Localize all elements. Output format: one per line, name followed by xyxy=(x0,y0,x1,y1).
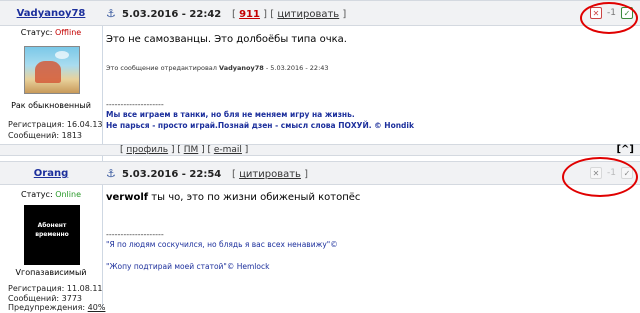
avatar: Абонент временно xyxy=(24,205,80,265)
signature-line: Мы все играем в танки, но бля не меняем … xyxy=(106,110,355,119)
post-message: verwolf ты чо, это по жизни обиженый кот… xyxy=(106,192,360,203)
avatar xyxy=(24,46,80,94)
anchor-icon[interactable]: ⚓ xyxy=(106,167,116,180)
post-message: Это не самозванцы. Это долбоёбы типа очк… xyxy=(106,34,347,45)
warnings: Предупреждения: 40% xyxy=(8,302,105,313)
anchor-icon[interactable]: ⚓ xyxy=(106,7,116,20)
post-number-wrap: [ 911 ] [ цитировать ] xyxy=(232,9,346,20)
signature-line: Не парься - просто играй.Познай дзен - с… xyxy=(106,121,414,130)
reg-date: Регистрация: 16.04.13 xyxy=(8,119,103,130)
signature-separator: -------------------- xyxy=(106,100,164,109)
status-line: Статус: Online xyxy=(0,190,102,199)
email-link[interactable]: e-mail xyxy=(214,145,242,155)
post-header: Orang ⚓ 5.03.2016 - 22:54 [ цитировать ]… xyxy=(0,161,640,185)
annotation-circle xyxy=(562,157,638,197)
user-title: Vгопазависимый xyxy=(0,268,102,277)
post-number-link[interactable]: 911 xyxy=(239,9,260,20)
user-title: Рак обыкновенный xyxy=(0,101,102,110)
signature-line: "Я по людям соскучился, но блядь я вас в… xyxy=(106,240,338,249)
edited-note: Это сообщение отредактировал Vadyanoy78 … xyxy=(106,64,329,72)
message-count: Сообщений: 1813 xyxy=(8,130,82,141)
quote-wrap: [ цитировать ] xyxy=(232,169,308,180)
signature-line: "Жопу подтирай моей статой"© Hemlock xyxy=(106,262,269,271)
post-date: 5.03.2016 - 22:54 xyxy=(122,169,221,180)
post-header: Vadyanoy78 ⚓ 5.03.2016 - 22:42 [ 911 ] [… xyxy=(0,0,640,26)
signature-separator: -------------------- xyxy=(106,230,164,239)
pm-link[interactable]: ПМ xyxy=(184,145,199,155)
status-line: Статус: Offline xyxy=(0,28,102,37)
back-to-top-button[interactable]: [^] xyxy=(616,144,634,155)
username-link[interactable]: Vadyanoy78 xyxy=(0,8,102,19)
status-offline: Offline xyxy=(55,28,81,37)
annotation-circle xyxy=(580,2,638,34)
user-sidebar: Статус: Offline xyxy=(0,28,102,37)
footer-links: [ профиль ] [ ПМ ] [ e-mail ] xyxy=(120,145,248,155)
profile-link[interactable]: профиль xyxy=(126,145,168,155)
post-footer: [ профиль ] [ ПМ ] [ e-mail ] [^] xyxy=(0,144,640,156)
status-online: Online xyxy=(55,190,81,199)
warnings-link[interactable]: 40% xyxy=(88,303,106,312)
quote-link[interactable]: цитировать xyxy=(277,9,339,20)
username-link[interactable]: Orang xyxy=(0,168,102,179)
post-date: 5.03.2016 - 22:42 xyxy=(122,9,221,20)
quote-link[interactable]: цитировать xyxy=(239,169,301,180)
quoted-username: verwolf xyxy=(106,192,148,203)
